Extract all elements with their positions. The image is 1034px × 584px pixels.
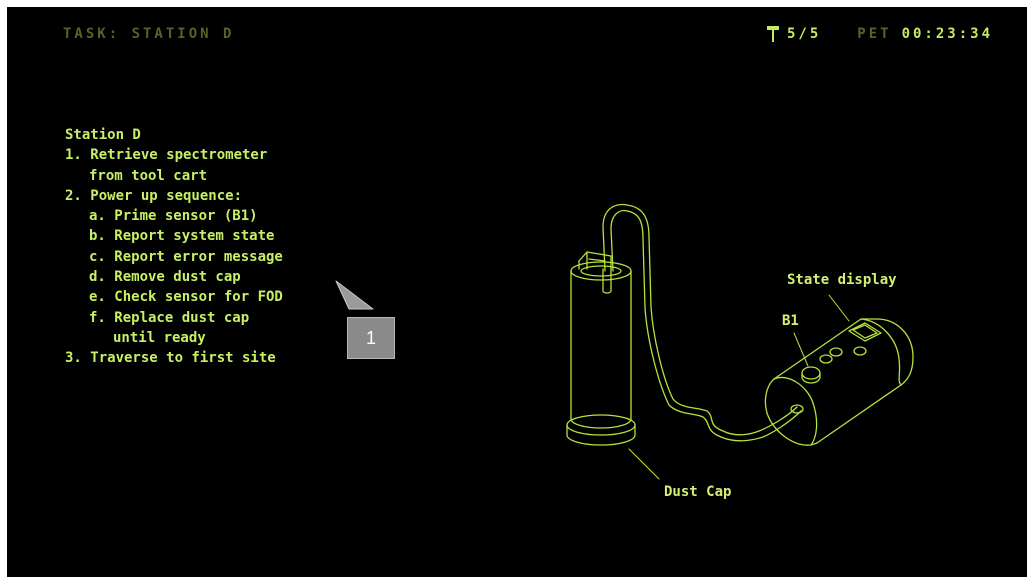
- dust-cap-label: Dust Cap: [664, 484, 732, 500]
- state-display-label: State display: [787, 272, 897, 288]
- spectrometer-diagram: [335, 203, 914, 480]
- cable: [602, 203, 802, 442]
- mission-screen: TASK: STATION D 5/5 PET 00:23:34 Station…: [7, 7, 1027, 577]
- b1-label: B1: [782, 313, 799, 329]
- power-box: [764, 318, 914, 446]
- sensor-cylinder: [566, 251, 636, 446]
- callout-marker: 1: [347, 317, 395, 359]
